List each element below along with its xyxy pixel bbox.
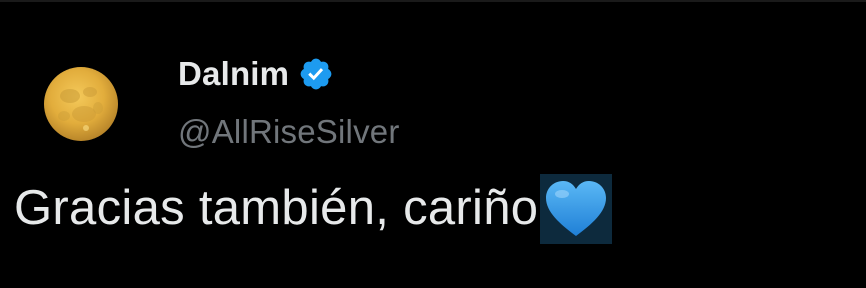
- tweet-text: Gracias también, cariño: [14, 172, 613, 244]
- author-avatar[interactable]: [24, 56, 138, 168]
- author-display-name[interactable]: Dalnim: [178, 52, 289, 96]
- full-moon-icon: [44, 67, 118, 141]
- verified-badge-icon: [298, 56, 334, 92]
- author-handle[interactable]: @AllRiseSilver: [178, 108, 400, 156]
- tweet-text-content: Gracias también, cariño: [14, 181, 539, 235]
- top-divider: [0, 0, 866, 2]
- blue-heart-icon: [540, 174, 613, 244]
- author-name-row[interactable]: Dalnim: [178, 52, 334, 96]
